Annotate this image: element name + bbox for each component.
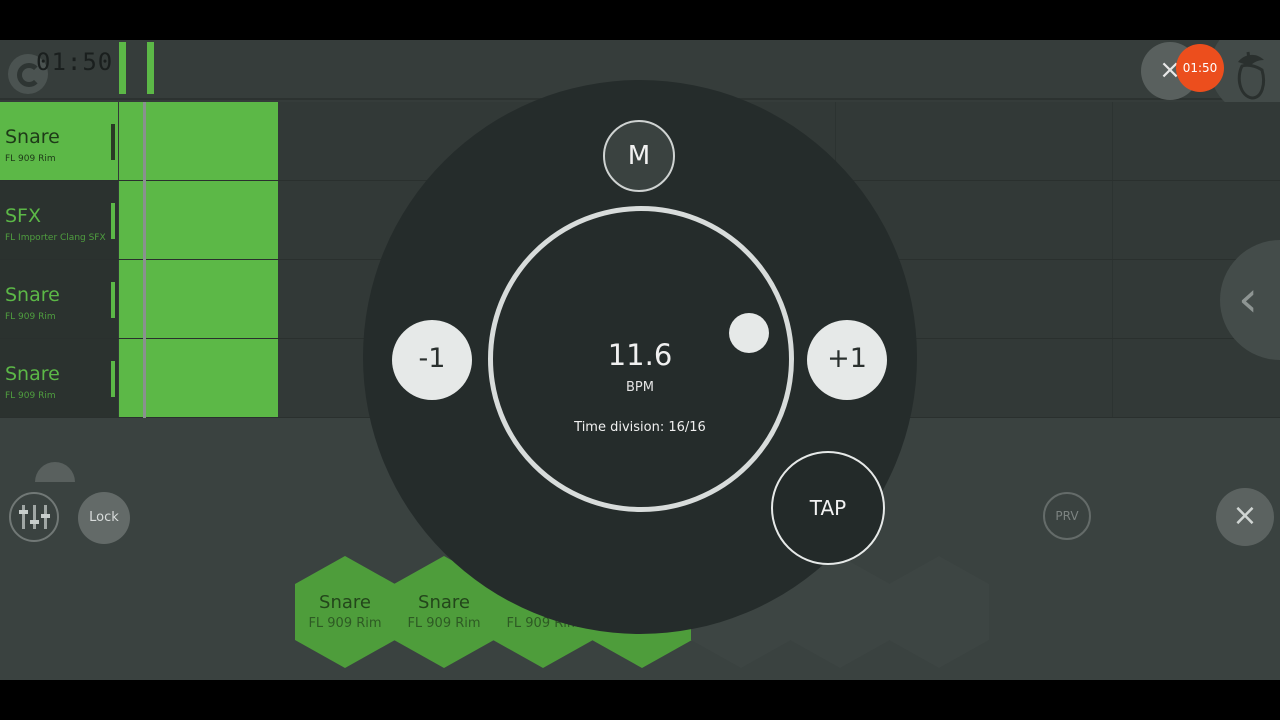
mixer-button[interactable] bbox=[9, 492, 59, 542]
grid-line bbox=[1112, 102, 1113, 180]
tap-tempo-button[interactable]: TAP bbox=[771, 451, 885, 565]
preview-button[interactable]: PRV bbox=[1043, 492, 1091, 540]
channel-name: Snare bbox=[5, 284, 60, 306]
grid-line bbox=[1112, 339, 1113, 417]
pad-name: Snare bbox=[319, 592, 371, 613]
decrement-button[interactable]: -1 bbox=[392, 320, 472, 400]
chevron-left-icon: ‹ bbox=[1238, 270, 1258, 328]
bpm-unit-label: BPM bbox=[626, 380, 654, 395]
song-time-display: 01:50 bbox=[36, 48, 114, 76]
channel-sample: FL 909 Rim bbox=[5, 312, 56, 322]
bpm-value: 11.6 bbox=[607, 338, 673, 372]
position-marker bbox=[119, 42, 126, 94]
app-screen: 01:50 × 01:50 Snare FL 909 Rim SFX FL Im… bbox=[0, 40, 1280, 680]
channel-label[interactable]: Snare FL 909 Rim bbox=[0, 339, 118, 417]
channel-sample: FL 909 Rim bbox=[5, 154, 56, 164]
lock-button[interactable]: Lock bbox=[78, 492, 130, 544]
channel-name: Snare bbox=[5, 126, 60, 148]
channel-level-meter bbox=[111, 124, 115, 160]
channel-level-meter bbox=[111, 282, 115, 318]
channel-name: SFX bbox=[5, 205, 42, 227]
channel-level-meter bbox=[111, 361, 115, 397]
pad-name: Snare bbox=[418, 592, 470, 613]
position-marker bbox=[147, 42, 154, 94]
channel-label[interactable]: Snare FL 909 Rim bbox=[0, 260, 118, 338]
mixer-sliders-icon bbox=[19, 510, 28, 514]
grid-line bbox=[1112, 181, 1113, 259]
channel-sample: FL 909 Rim bbox=[5, 391, 56, 401]
channel-label[interactable]: Snare FL 909 Rim bbox=[0, 102, 118, 180]
fruit-icon bbox=[1237, 51, 1266, 100]
channel-sample: FL Importer Clang SFX bbox=[5, 233, 106, 243]
time-division-label[interactable]: Time division: 16/16 bbox=[540, 420, 740, 435]
playhead[interactable] bbox=[143, 102, 146, 418]
grid-line bbox=[1112, 260, 1113, 338]
channel-label[interactable]: SFX FL Importer Clang SFX bbox=[0, 181, 118, 259]
metronome-button[interactable]: M bbox=[603, 120, 675, 192]
increment-button[interactable]: +1 bbox=[807, 320, 887, 400]
channel-name: Snare bbox=[5, 363, 60, 385]
close-icon[interactable]: × bbox=[1216, 488, 1274, 546]
pad-sample: FL 909 Rim bbox=[308, 616, 382, 631]
recording-time-badge[interactable]: 01:50 bbox=[1176, 44, 1224, 92]
tempo-dial-knob[interactable] bbox=[729, 313, 769, 353]
pad-sample: FL 909 Rim bbox=[407, 616, 481, 631]
channel-level-meter bbox=[111, 203, 115, 239]
